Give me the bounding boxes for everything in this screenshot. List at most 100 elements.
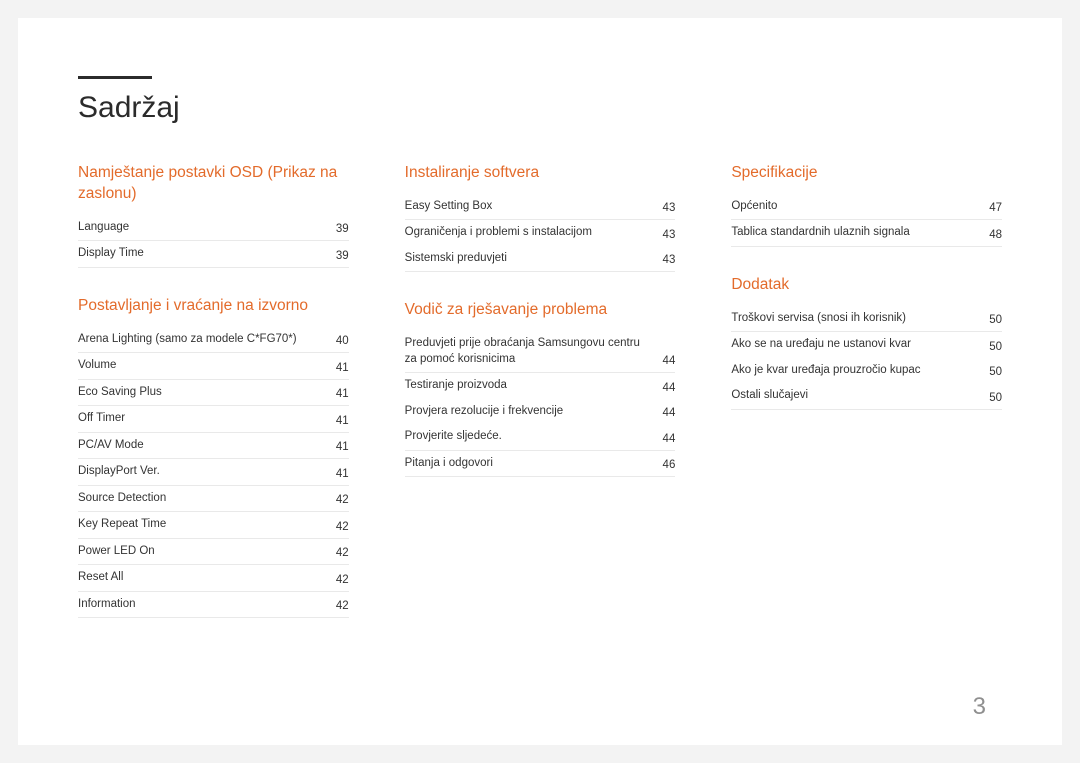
toc-entry-label: Power LED On (78, 544, 322, 560)
toc-entry-label: Testiranje proizvoda (405, 378, 649, 394)
toc-entry-label: Provjerite sljedeće. (405, 429, 649, 445)
toc-entry-label: Troškovi servisa (snosi ih korisnik) (731, 311, 975, 327)
toc-entry-label: Source Detection (78, 491, 322, 507)
toc-entry-page: 39 (336, 223, 349, 235)
toc-section: Dodatak Troškovi servisa (snosi ih korisn… (731, 275, 1002, 410)
toc-entry-page: 41 (336, 415, 349, 427)
toc-entries: Easy Setting Box43Ograničenja i problemi… (405, 194, 676, 273)
toc-entries: Arena Lighting (samo za modele C*FG70*) 4… (78, 327, 349, 619)
toc-entry[interactable]: Tablica standardnih ulaznih signala 48 (731, 220, 1002, 247)
toc-entry[interactable]: Troškovi servisa (snosi ih korisnik)50 (731, 306, 1002, 333)
toc-section-heading[interactable]: Specifikacije (731, 163, 1002, 184)
toc-entry[interactable]: Arena Lighting (samo za modele C*FG70*) 4… (78, 327, 349, 354)
page-number: 3 (973, 693, 986, 721)
toc-entry-label: DisplayPort Ver. (78, 464, 322, 480)
toc-entry-page: 44 (663, 355, 676, 367)
toc-entry-label: Key Repeat Time (78, 517, 322, 533)
toc-entry-label: Easy Setting Box (405, 199, 649, 215)
toc-section: Instaliranje softveraEasy Setting Box43O… (405, 163, 676, 272)
toc-entry[interactable]: Provjerite sljedeće. 44 (405, 424, 676, 451)
toc-entry-page: 42 (336, 574, 349, 586)
toc-section-heading[interactable]: Postavljanje i vraćanje na izvorno (78, 296, 349, 317)
toc-entry-page: 47 (989, 202, 1002, 214)
page-title: Sadržaj (78, 91, 1002, 125)
toc-entry-page: 43 (663, 229, 676, 241)
title-accent-bar (78, 76, 152, 79)
toc-entry-label: Tablica standardnih ulaznih signala (731, 225, 975, 241)
toc-entry-page: 44 (663, 433, 676, 445)
toc-section-heading[interactable]: Instaliranje softvera (405, 163, 676, 184)
toc-entry-label: Pitanja i odgovori (405, 456, 649, 472)
toc-entry-label: Reset All (78, 570, 322, 586)
toc-entry[interactable]: Ako je kvar uređaja prouzročio kupac 50 (731, 358, 1002, 384)
toc-entry[interactable]: Eco Saving Plus 41 (78, 380, 349, 407)
toc-column: Specifikacije Općenito 47 Tablica standardn… (731, 163, 1002, 646)
toc-column: Namještanje postavki OSD (Prikaz na zasl… (78, 163, 349, 646)
toc-entry[interactable]: Reset All 42 (78, 565, 349, 592)
toc-entry[interactable]: Source Detection 42 (78, 486, 349, 513)
toc-entry[interactable]: Testiranje proizvoda 44 (405, 373, 676, 399)
toc-section-heading[interactable]: Dodatak (731, 275, 1002, 296)
toc-entry[interactable]: Off Timer 41 (78, 406, 349, 433)
toc-entry-label: Ostali slučajevi (731, 388, 975, 404)
toc-entry[interactable]: DisplayPort Ver.41 (78, 459, 349, 486)
toc-entry-page: 41 (336, 362, 349, 374)
toc-entry-label: Općenito (731, 199, 975, 215)
toc-entry-page: 43 (663, 202, 676, 214)
toc-entry[interactable]: Key Repeat Time 42 (78, 512, 349, 539)
toc-entry[interactable]: Pitanja i odgovori 46 (405, 451, 676, 478)
toc-entry-page: 50 (989, 366, 1002, 378)
toc-section: Namještanje postavki OSD (Prikaz na zasl… (78, 163, 349, 268)
toc-entry[interactable]: Provjera rezolucije i frekvencije 44 (405, 399, 676, 425)
toc-entry-label: PC/AV Mode (78, 438, 322, 454)
toc-entry-page: 42 (336, 494, 349, 506)
toc-entry-page: 48 (989, 229, 1002, 241)
toc-entry-page: 46 (663, 459, 676, 471)
toc-entry-label: Ako se na uređaju ne ustanovi kvar (731, 337, 975, 353)
toc-entry[interactable]: Ako se na uređaju ne ustanovi kvar 50 (731, 332, 1002, 358)
toc-entry-page: 43 (663, 254, 676, 266)
toc-entry-page: 41 (336, 441, 349, 453)
toc-entry[interactable]: Power LED On 42 (78, 539, 349, 566)
document-page: Sadržaj Namještanje postavki OSD (Prikaz… (18, 18, 1062, 745)
toc-entries: Preduvjeti prije obraćanja Samsungovu ce… (405, 331, 676, 477)
toc-entry[interactable]: Ostali slučajevi 50 (731, 383, 1002, 410)
toc-entry-page: 44 (663, 382, 676, 394)
toc-section-heading[interactable]: Namještanje postavki OSD (Prikaz na zasl… (78, 163, 349, 205)
toc-entry-page: 50 (989, 341, 1002, 353)
toc-entries: Language39Display Time39 (78, 215, 349, 268)
toc-entry-page: 42 (336, 547, 349, 559)
toc-entry-page: 50 (989, 392, 1002, 404)
toc-entry[interactable]: Language 39 (78, 215, 349, 242)
toc-entry-page: 39 (336, 250, 349, 262)
toc-entry[interactable]: Easy Setting Box 43 (405, 194, 676, 221)
toc-entry-label: Off Timer (78, 411, 322, 427)
toc-section-heading[interactable]: Vodič za rješavanje problema (405, 300, 676, 321)
toc-entry-label: Ako je kvar uređaja prouzročio kupac (731, 363, 975, 379)
toc-entry-label: Arena Lighting (samo za modele C*FG70*) (78, 332, 322, 348)
toc-columns: Namještanje postavki OSD (Prikaz na zasl… (78, 163, 1002, 646)
toc-entry[interactable]: Ograničenja i problemi s instalacijom 43 (405, 220, 676, 246)
toc-entry-label: Eco Saving Plus (78, 385, 322, 401)
toc-entry-label: Volume (78, 358, 322, 374)
toc-entry-label: Language (78, 220, 322, 236)
toc-entry-page: 41 (336, 388, 349, 400)
toc-entries: Troškovi servisa (snosi ih korisnik)50Ak… (731, 306, 1002, 410)
toc-entry-label: Sistemski preduvjeti (405, 251, 649, 267)
toc-entry[interactable]: Information42 (78, 592, 349, 619)
toc-entry-page: 44 (663, 407, 676, 419)
toc-section: Postavljanje i vraćanje na izvorno Arena … (78, 296, 349, 619)
toc-entry[interactable]: Preduvjeti prije obraćanja Samsungovu ce… (405, 331, 676, 373)
toc-entry-label: Information (78, 597, 322, 613)
toc-entry[interactable]: Sistemski preduvjeti 43 (405, 246, 676, 273)
toc-entry[interactable]: Volume 41 (78, 353, 349, 380)
toc-entry-label: Preduvjeti prije obraćanja Samsungovu ce… (405, 336, 649, 367)
toc-entry-page: 42 (336, 521, 349, 533)
toc-entry-page: 40 (336, 335, 349, 347)
toc-entry[interactable]: Općenito 47 (731, 194, 1002, 221)
toc-entry-label: Provjera rezolucije i frekvencije (405, 404, 649, 420)
toc-section: Specifikacije Općenito 47 Tablica standardn… (731, 163, 1002, 247)
toc-entry-label: Ograničenja i problemi s instalacijom (405, 225, 649, 241)
toc-entry[interactable]: Display Time39 (78, 241, 349, 268)
toc-entry[interactable]: PC/AV Mode 41 (78, 433, 349, 460)
